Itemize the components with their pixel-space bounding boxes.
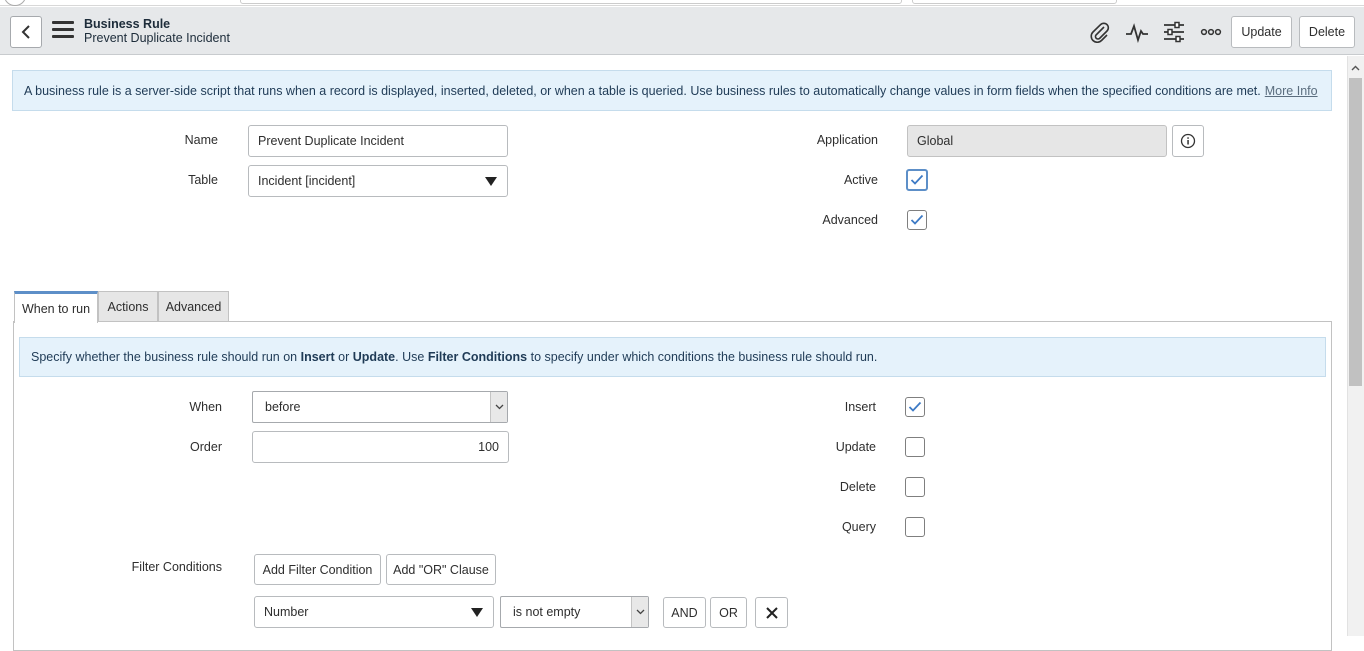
activity-pulse-icon[interactable] (1125, 21, 1149, 43)
query-checkbox[interactable] (905, 517, 925, 537)
update-button[interactable]: Update (1231, 16, 1292, 48)
when-label: When (189, 400, 222, 414)
name-field[interactable]: Prevent Duplicate Incident (248, 125, 508, 157)
select-arrow (490, 392, 507, 422)
hamburger-menu-icon[interactable] (52, 21, 74, 41)
query-label: Query (841, 520, 876, 534)
scroll-up-icon[interactable] (1347, 60, 1364, 76)
back-button[interactable] (10, 16, 42, 48)
select-arrow (631, 597, 648, 627)
advanced-checkbox[interactable] (907, 210, 927, 230)
more-info-link[interactable]: More Info (1265, 84, 1318, 98)
add-filter-condition-button[interactable]: Add Filter Condition (254, 554, 381, 585)
form-header: Business Rule Prevent Duplicate Incident… (0, 7, 1364, 55)
active-label: Active (843, 173, 878, 187)
tab-actions[interactable]: Actions (98, 291, 158, 322)
page-title: Business Rule (84, 17, 171, 31)
record-name: Prevent Duplicate Incident (84, 31, 230, 45)
banner-update: Update (352, 350, 396, 364)
condition-operator-select[interactable]: is not empty (500, 596, 649, 628)
insert-label: Insert (844, 400, 876, 414)
condition-operator-value: is not empty (513, 605, 581, 619)
chevron-down-icon (495, 404, 503, 410)
close-icon (765, 606, 778, 619)
application-label: Application (816, 133, 878, 147)
caret-down-icon (471, 607, 483, 617)
update-label: Update (835, 440, 876, 454)
order-field[interactable]: 100 (252, 431, 509, 463)
table-select-value: Incident [incident] (258, 174, 356, 188)
add-or-clause-button[interactable]: Add "OR" Clause (386, 554, 496, 585)
paperclip-icon[interactable] (1088, 21, 1112, 43)
banner-text-3: . Use (395, 350, 425, 364)
advanced-label: Advanced (822, 213, 878, 227)
when-to-run-banner: Specify whether the business rule should… (19, 337, 1326, 377)
application-field: Global (907, 125, 1167, 157)
info-banner: A business rule is a server-side script … (12, 70, 1332, 111)
application-info-button[interactable] (1172, 125, 1204, 157)
filter-conditions-label: Filter Conditions (131, 560, 222, 574)
scrollbar-thumb[interactable] (1349, 78, 1362, 386)
name-label: Name (184, 133, 218, 147)
info-banner-text: A business rule is a server-side script … (24, 83, 1261, 98)
more-options-icon[interactable] (1199, 21, 1223, 43)
checkmark-icon (910, 214, 924, 225)
when-select-value: before (265, 400, 301, 414)
delete-button[interactable]: Delete (1299, 16, 1355, 48)
browser-search-bar[interactable] (912, 0, 1117, 4)
banner-filter-conditions: Filter Conditions (427, 350, 528, 364)
condition-field-select[interactable]: Number (254, 596, 494, 628)
tab-advanced[interactable]: Advanced (158, 291, 229, 322)
order-label: Order (190, 440, 222, 454)
banner-text-1: Specify whether the business rule should… (31, 350, 298, 364)
delete-checkbox[interactable] (905, 477, 925, 497)
tab-when-to-run[interactable]: When to run (14, 291, 98, 323)
when-select[interactable]: before (252, 391, 508, 423)
checkmark-icon (908, 401, 922, 412)
remove-condition-button[interactable] (755, 597, 788, 628)
update-checkbox[interactable] (905, 437, 925, 457)
or-button[interactable]: OR (710, 597, 747, 628)
and-button[interactable]: AND (663, 597, 706, 628)
delete-label: Delete (839, 480, 876, 494)
banner-insert: Insert (300, 350, 335, 364)
info-circle-icon (1180, 133, 1196, 149)
condition-field-value: Number (264, 605, 309, 619)
chevron-down-icon (636, 609, 644, 615)
caret-down-icon (485, 176, 497, 186)
chevron-left-icon (21, 25, 30, 39)
checkmark-icon (910, 174, 924, 185)
banner-text-4: to specify under which conditions the bu… (530, 350, 878, 364)
active-checkbox[interactable] (906, 169, 928, 191)
browser-address-bar[interactable] (240, 0, 902, 4)
banner-text-2: or (338, 350, 350, 364)
table-label: Table (188, 173, 218, 187)
table-select[interactable]: Incident [incident] (248, 165, 508, 197)
settings-sliders-icon[interactable] (1162, 21, 1186, 43)
insert-checkbox[interactable] (905, 397, 925, 417)
